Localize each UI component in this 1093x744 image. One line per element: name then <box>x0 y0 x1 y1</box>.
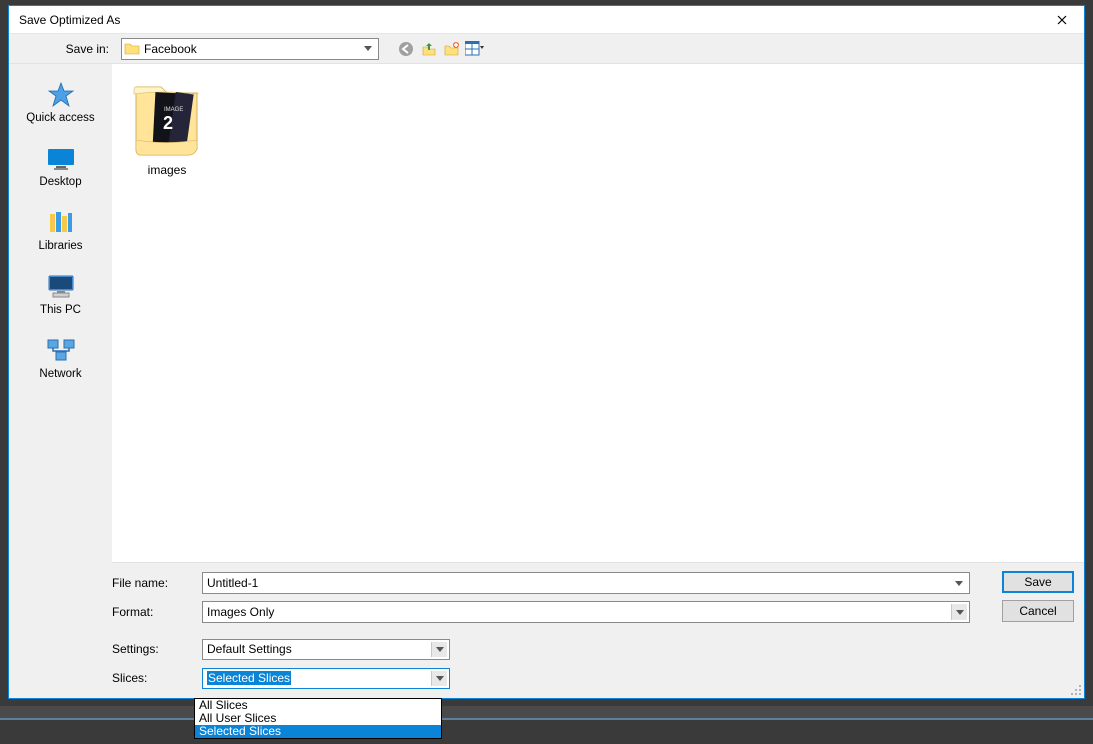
filename-value: Untitled-1 <box>207 576 258 590</box>
view-menu-button[interactable] <box>464 38 486 60</box>
quick-access-icon <box>43 80 79 110</box>
network-icon <box>43 336 79 366</box>
main-panel: IMAGE 2 images File name: Untitled- <box>112 64 1084 698</box>
toolbar-icons <box>395 38 486 60</box>
chevron-down-icon <box>431 671 447 686</box>
folder-thumb-icon: IMAGE 2 <box>127 74 207 159</box>
cancel-button[interactable]: Cancel <box>1002 600 1074 622</box>
folder-label: images <box>148 163 187 177</box>
save-button[interactable]: Save <box>1002 571 1074 593</box>
close-icon <box>1057 15 1067 25</box>
savein-label: Save in: <box>53 42 109 56</box>
settings-value: Default Settings <box>207 642 292 656</box>
places-quick-access[interactable]: Quick access <box>16 76 106 128</box>
folder-icon <box>124 41 140 57</box>
savein-dropdown[interactable]: Facebook <box>121 38 379 60</box>
places-network[interactable]: Network <box>16 332 106 384</box>
save-dialog: Save Optimized As Save in: Facebook <box>8 5 1085 699</box>
dialog-body: Quick access Desktop Libraries This PC <box>9 64 1084 698</box>
slices-dropdown[interactable]: Selected Slices <box>202 668 450 689</box>
format-label: Format: <box>112 605 202 619</box>
places-label: This PC <box>40 304 81 316</box>
format-dropdown[interactable]: Images Only <box>202 601 970 623</box>
folder-badge-text: 2 <box>163 113 173 133</box>
titlebar: Save Optimized As <box>9 6 1084 34</box>
slices-label: Slices: <box>112 671 202 685</box>
places-label: Libraries <box>38 240 82 252</box>
cancel-button-label: Cancel <box>1019 604 1056 618</box>
toolbar: Save in: Facebook <box>9 34 1084 64</box>
resize-grip-icon[interactable] <box>1070 684 1082 696</box>
filename-input[interactable]: Untitled-1 <box>202 572 970 594</box>
slices-option-selected[interactable]: Selected Slices <box>195 725 441 738</box>
libraries-icon <box>43 208 79 238</box>
places-label: Network <box>39 368 81 380</box>
places-desktop[interactable]: Desktop <box>16 140 106 192</box>
up-one-level-button[interactable] <box>418 38 440 60</box>
close-button[interactable] <box>1040 6 1084 34</box>
places-sidebar: Quick access Desktop Libraries This PC <box>9 64 112 698</box>
bottom-panel: File name: Untitled-1 Format: Images Onl… <box>112 562 1084 698</box>
settings-label: Settings: <box>112 642 202 656</box>
chevron-down-icon <box>951 575 967 591</box>
up-folder-icon <box>421 41 437 57</box>
filename-label: File name: <box>112 576 202 590</box>
chevron-down-icon <box>359 39 376 59</box>
save-button-label: Save <box>1024 575 1051 589</box>
app-below-bar <box>0 706 1093 720</box>
slices-dropdown-list[interactable]: All Slices All User Slices Selected Slic… <box>194 698 442 739</box>
file-list-area[interactable]: IMAGE 2 images <box>112 64 1084 562</box>
places-label: Quick access <box>26 112 94 124</box>
new-folder-button[interactable] <box>441 38 463 60</box>
folder-item-images[interactable]: IMAGE 2 images <box>122 74 212 177</box>
places-this-pc[interactable]: This PC <box>16 268 106 320</box>
chevron-down-icon <box>431 642 447 657</box>
back-button[interactable] <box>395 38 417 60</box>
slices-value: Selected Slices <box>207 671 291 685</box>
window-title: Save Optimized As <box>19 13 120 27</box>
savein-value: Facebook <box>144 42 359 56</box>
this-pc-icon <box>43 272 79 302</box>
format-value: Images Only <box>207 605 274 619</box>
back-arrow-icon <box>397 40 415 58</box>
chevron-down-icon <box>951 604 967 620</box>
new-folder-icon <box>444 41 460 57</box>
view-icon <box>465 41 485 57</box>
settings-dropdown[interactable]: Default Settings <box>202 639 450 660</box>
places-label: Desktop <box>39 176 81 188</box>
desktop-icon <box>43 144 79 174</box>
places-libraries[interactable]: Libraries <box>16 204 106 256</box>
